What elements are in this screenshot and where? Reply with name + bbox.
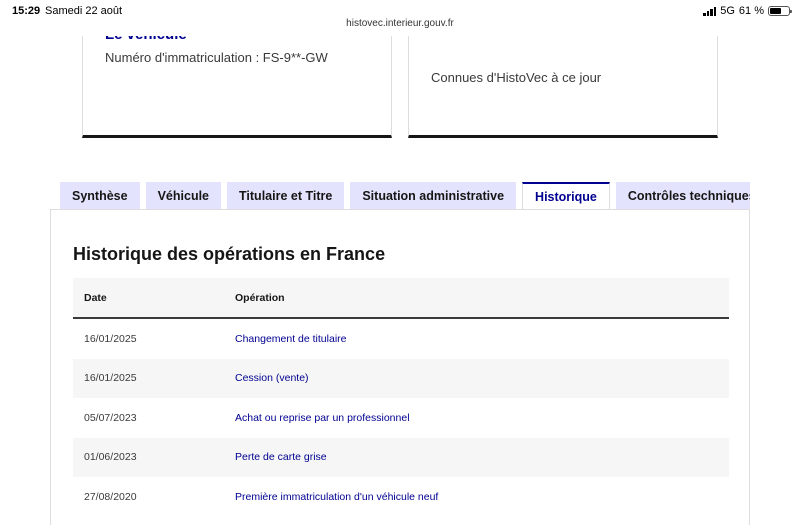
row-operation-link[interactable]: Achat ou reprise par un professionnel [235,412,729,424]
status-time: 15:29 [12,5,41,17]
table-row: 27/08/2020 Première immatriculation d'un … [73,477,729,517]
signal-icon [703,6,717,16]
row-date: 27/08/2020 [84,490,137,503]
row-operation-link[interactable]: Cession (vente) [235,372,729,384]
table-row: 16/01/2025 Changement de titulaire [73,319,729,359]
row-operation-link[interactable]: Changement de titulaire [235,333,729,345]
status-indicators: 5G 61 % [703,5,792,17]
battery-label: 61 % [738,5,764,17]
status-date: Samedi 22 août [45,5,123,17]
table-body: 16/01/2025 Changement de titulaire 16/01/2… [73,319,729,517]
url-bar[interactable]: histovec.interieur.gouv.fr [0,18,800,29]
table-row: 01/06/2023 Perte de carte grise [73,437,729,477]
column-header-date: Date [84,291,107,304]
network-label: 5G [720,5,735,17]
column-header-operation: Opération [235,291,285,304]
battery-fill [770,8,781,14]
row-date: 16/01/2025 [84,372,137,385]
tab-titulaire-et-titre[interactable]: Titulaire et Titre [227,182,345,210]
tab-historique[interactable]: Historique [522,182,610,210]
table-row: 05/07/2023 Achat ou reprise par un profes… [73,398,729,438]
row-operation-link[interactable]: Première immatriculation d'un véhicule n… [235,491,729,503]
table-row: 16/01/2025 Cession (vente) [73,358,729,398]
ministry-card-description: Connues d'HistoVec à ce jour [431,70,602,85]
row-date: 05/07/2023 [84,411,137,424]
row-operation-link[interactable]: Perte de carte grise [235,451,729,463]
tab-vehicule[interactable]: Véhicule [145,182,222,210]
page: Le véhicule Numéro d'immatriculation : F… [0,0,800,525]
row-date: 01/06/2023 [84,451,137,464]
tab-situation-administrative[interactable]: Situation administrative [350,182,517,210]
tab-synthese[interactable]: Synthèse [60,182,140,210]
history-panel: Historique des opérations en France Date… [50,209,750,525]
tab-list: Synthèse Véhicule Titulaire et Titre Situat… [60,182,750,210]
history-title: Historique des opérations en France [73,244,386,264]
table-header: Date Opération [73,278,729,319]
row-date: 16/01/2025 [84,332,137,345]
history-table: Date Opération 16/01/2025 Changement de t… [73,278,729,517]
battery-icon [768,6,792,16]
tab-controles-techniques[interactable]: Contrôles techniques [615,182,750,210]
vehicle-card-description: Numéro d'immatriculation : FS-9**-GW [105,50,328,65]
